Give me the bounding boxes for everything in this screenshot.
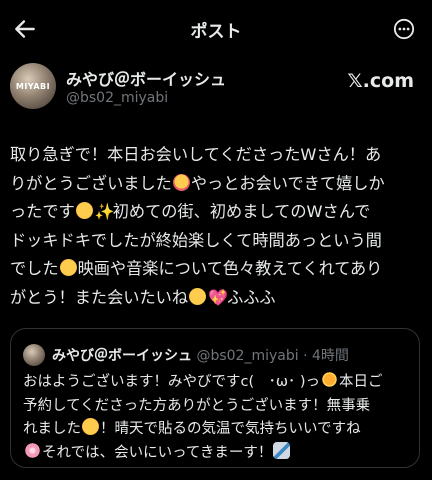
sparkling-heart-icon: 💖 [208, 287, 228, 307]
quote-line: それでは、会いにいってきまーす！ [23, 441, 409, 466]
author-display-name[interactable]: みやび＠ボーイッシュ [66, 66, 226, 90]
smiling-face-with-hearts-icon [172, 173, 190, 191]
author-avatar[interactable]: MIYABI [10, 63, 56, 109]
smirking-face-icon [189, 287, 207, 305]
x-logo-label: 𝕏.com [347, 70, 414, 92]
sun-icon [321, 371, 339, 388]
smiling-face-icon [75, 202, 93, 219]
top-bar: ポスト [0, 0, 432, 56]
pleading-face-icon [59, 259, 77, 276]
quoted-post-card[interactable]: みやび＠ボーイッシュ @bs02_miyabi · 4時間 おはようございます！… [10, 328, 420, 468]
avatar-label: MIYABI [15, 82, 51, 91]
tweet-line: ったです ✨初めての街、初めましてのWさんで [10, 198, 422, 227]
tweet-line: でした 映画や音楽について色々教えてくれてあり [10, 259, 383, 278]
quoted-author-handle: @bs02_miyabi [196, 348, 299, 364]
more-options-icon[interactable] [392, 18, 416, 40]
quoted-author-name: みやび＠ボーイッシュ [52, 348, 192, 364]
quoted-post-time: 4時間 [311, 348, 349, 364]
quote-line: れました ！晴天で貼るの気温で気持ちいいですね [23, 418, 409, 442]
quoted-author-avatar [23, 344, 45, 366]
author-handle[interactable]: @bs02_miyabi [66, 90, 168, 106]
bullet-train-icon [273, 441, 291, 459]
meta-separator: · [303, 348, 308, 364]
quote-line: 予約してくださった方ありがとうございます！無事乗 [23, 397, 371, 414]
smiling-face-icon [82, 418, 99, 435]
cherry-blossom-icon [24, 441, 41, 459]
quoted-post-header: みやび＠ボーイッシュ @bs02_miyabi · 4時間 [52, 345, 349, 365]
tweet-line: りがとうございました やっとお会いできて嬉しか [10, 173, 385, 193]
tweet-line: 取り急ぎで！本日お会いしてくださったWさん！あ [10, 145, 382, 164]
quote-line: おはようございます！みやびですc( ･ω･ )っ 本日ご [23, 371, 409, 395]
sparkles-icon: ✨ [94, 202, 115, 221]
tweet-line: がとう！また会いたいね 💖ふふふ [10, 284, 422, 313]
tweet-line: ドッキドキでしたが終始楽しくて時間あっという間 [10, 230, 382, 250]
quoted-post-text: おはようございます！みやびですc( ･ω･ )っ 本日ご 予約してくださった方あり… [23, 371, 409, 465]
page-title: ポスト [190, 22, 242, 42]
tweet-text: 取り急ぎで！本日お会いしてくださったWさん！あ りがとうございました やっとお会い… [10, 141, 422, 312]
